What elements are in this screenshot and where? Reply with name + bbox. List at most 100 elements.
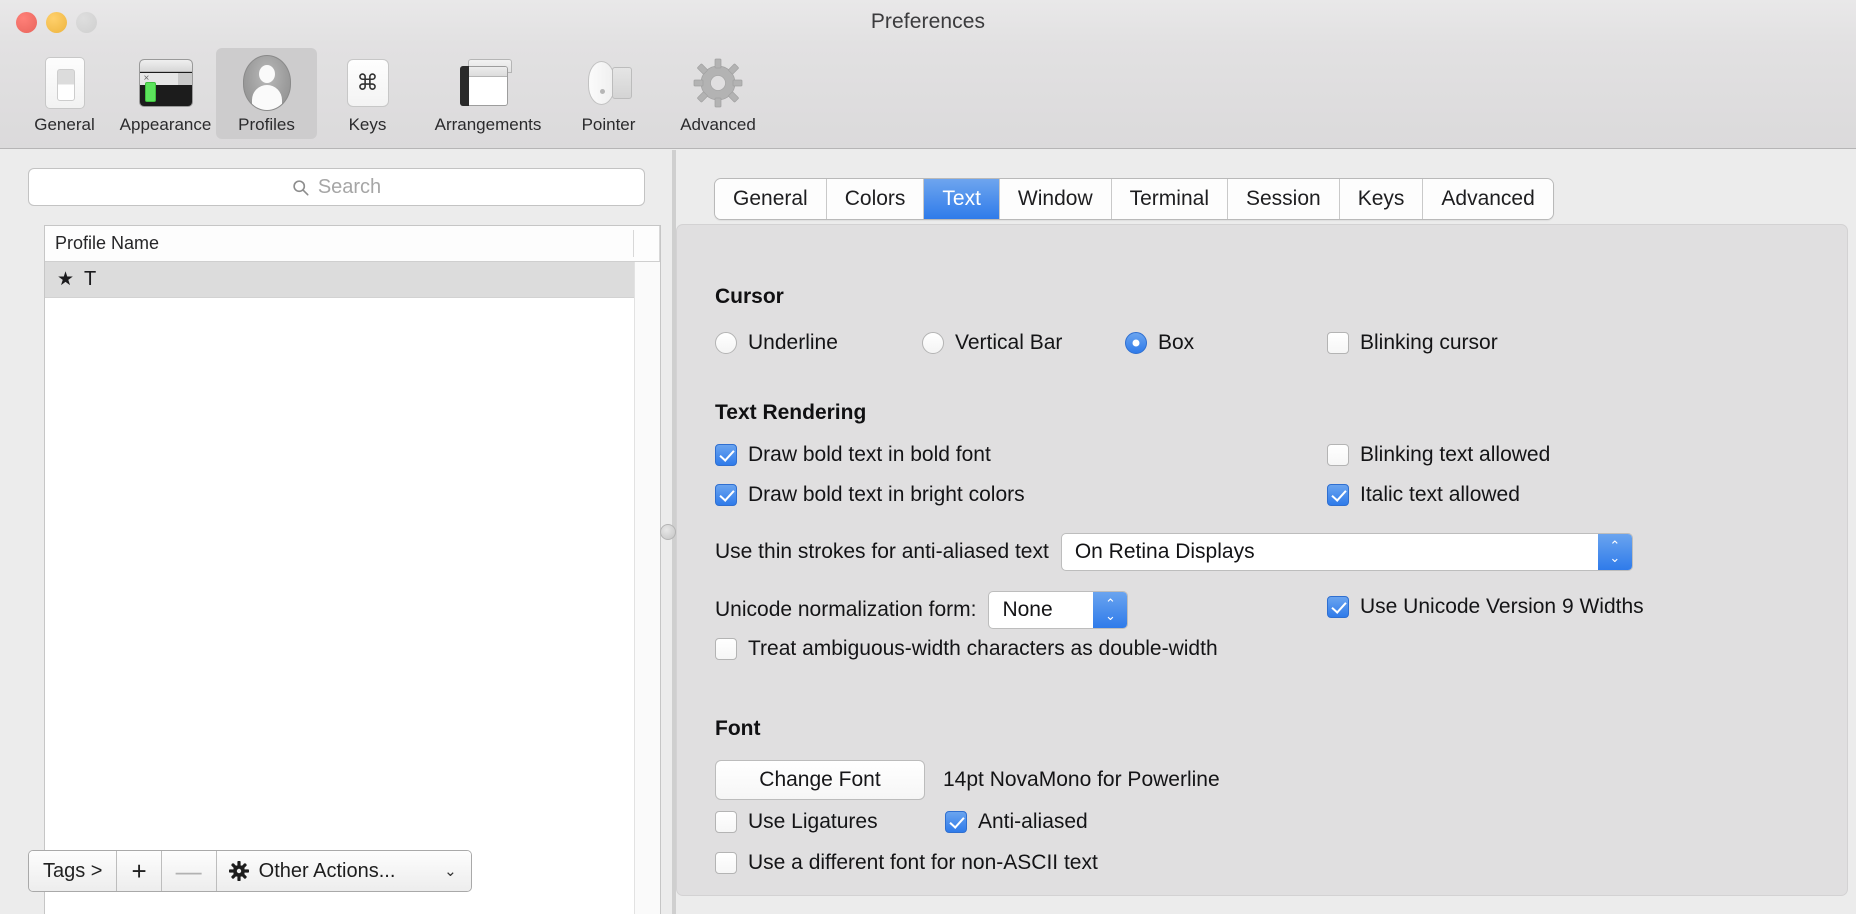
unicode-normalization-popup[interactable]: None ⌃ ⌄ [988, 591, 1129, 629]
checkbox-antialiased[interactable] [945, 811, 967, 833]
label-blinking-cursor: Blinking cursor [1360, 331, 1498, 354]
cursor-option-box[interactable]: Box [1125, 331, 1194, 355]
toolbar-item-arrangements[interactable]: Arrangements [418, 48, 558, 139]
label-non-ascii-font: Use a different font for non-ASCII text [748, 851, 1098, 874]
bright-colors-option[interactable]: Draw bold text in bright colors [715, 483, 1025, 507]
checkbox-blinking-cursor[interactable] [1327, 332, 1349, 354]
tags-button[interactable]: Tags > [29, 851, 118, 891]
unicode-normalization-value: None [1002, 598, 1053, 621]
toolbar-label-profiles: Profiles [238, 115, 295, 134]
zoom-button[interactable] [76, 12, 97, 33]
non-ascii-font-option[interactable]: Use a different font for non-ASCII text [715, 851, 1098, 875]
stepper-arrows-icon[interactable]: ⌃ ⌄ [1597, 534, 1632, 570]
table-row[interactable]: ★ T [45, 262, 636, 298]
cursor-section-title: Cursor [715, 285, 784, 308]
cursor-option-underline[interactable]: Underline [715, 331, 838, 355]
arrangements-icon [459, 54, 517, 112]
radio-vertical-bar[interactable] [922, 332, 944, 354]
search-input[interactable]: Search [28, 168, 645, 206]
thin-strokes-popup[interactable]: On Retina Displays ⌃ ⌄ [1060, 533, 1633, 571]
column-header-profile-name: Profile Name [55, 233, 160, 253]
label-ligatures: Use Ligatures [748, 810, 878, 833]
label-unicode-normalization: Unicode normalization form: [715, 598, 977, 621]
profile-tabbar: General Colors Text Window Terminal Sess… [714, 178, 1554, 220]
pointer-icon [580, 54, 638, 112]
tab-general[interactable]: General [715, 179, 827, 219]
current-font-label: 14pt NovaMono for Powerline [943, 768, 1220, 791]
toolbar-label-keys: Keys [348, 115, 387, 134]
list-scrollbar[interactable] [634, 262, 660, 914]
traffic-lights [16, 12, 97, 33]
tab-text[interactable]: Text [924, 179, 1000, 219]
checkbox-blinking-text[interactable] [1327, 444, 1349, 466]
splitter-grip[interactable] [660, 524, 676, 540]
checkbox-italic-text[interactable] [1327, 484, 1349, 506]
cursor-option-vertical-bar[interactable]: Vertical Bar [922, 331, 1062, 355]
label-ambiguous-width: Treat ambiguous-width characters as doub… [748, 637, 1218, 660]
tab-window[interactable]: Window [999, 179, 1112, 219]
tab-keys[interactable]: Keys [1339, 179, 1424, 219]
checkbox-unicode9[interactable] [1327, 596, 1349, 618]
tab-terminal[interactable]: Terminal [1111, 179, 1228, 219]
checkbox-non-ascii-font[interactable] [715, 852, 737, 874]
toolbar-label-advanced: Advanced [680, 115, 756, 134]
radio-box[interactable] [1125, 332, 1147, 354]
tab-advanced[interactable]: Advanced [1423, 179, 1553, 219]
toolbar-item-pointer[interactable]: Pointer [558, 48, 659, 139]
label-bright-colors: Draw bold text in bright colors [748, 483, 1025, 506]
change-font-button[interactable]: Change Font [715, 760, 925, 800]
checkbox-ambiguous-width[interactable] [715, 638, 737, 660]
label-box: Box [1158, 331, 1195, 354]
radio-underline[interactable] [715, 332, 737, 354]
chevron-down-icon: ⌄ [444, 863, 457, 880]
tab-colors[interactable]: Colors [826, 179, 925, 219]
label-blinking-text: Blinking text allowed [1360, 443, 1551, 466]
antialiased-option[interactable]: Anti-aliased [945, 810, 1088, 834]
close-button[interactable] [16, 12, 37, 33]
toolbar-item-general[interactable]: General [14, 48, 115, 139]
list-header: Profile Name [45, 226, 660, 262]
tab-session[interactable]: Session [1227, 179, 1340, 219]
remove-profile-button[interactable]: — [161, 851, 217, 891]
bold-font-option[interactable]: Draw bold text in bold font [715, 443, 991, 467]
ligatures-option[interactable]: Use Ligatures [715, 810, 878, 834]
profile-name-cell: T [84, 268, 97, 290]
stepper-arrows-icon-2[interactable]: ⌃ ⌄ [1093, 592, 1128, 628]
label-vertical-bar: Vertical Bar [955, 331, 1063, 354]
content-area: Search Profile Name ★ T Tags > + — Other… [0, 150, 1856, 914]
profiles-bottom-toolbar: Tags > + — Other Actions... ⌄ [28, 850, 472, 892]
other-actions-button[interactable]: Other Actions... ⌄ [216, 851, 471, 891]
toolbar-label-pointer: Pointer [581, 115, 636, 134]
add-profile-button[interactable]: + [117, 851, 162, 891]
other-actions-label: Other Actions... [258, 859, 396, 882]
toolbar-item-keys[interactable]: ⌘ Keys [317, 48, 418, 139]
toolbar-label-general: General [34, 115, 95, 134]
checkbox-ligatures[interactable] [715, 811, 737, 833]
keys-icon: ⌘ [339, 54, 397, 112]
advanced-icon [689, 54, 747, 112]
unicode9-option[interactable]: Use Unicode Version 9 Widths [1327, 595, 1644, 619]
toolbar-item-advanced[interactable]: Advanced [659, 48, 777, 139]
font-chooser-row: Change Font 14pt NovaMono for Powerline [715, 760, 1220, 800]
window-title: Preferences [870, 10, 986, 33]
text-settings-panel: Cursor Underline Vertical Bar Box Blinki… [676, 224, 1848, 896]
ambiguous-width-option[interactable]: Treat ambiguous-width characters as doub… [715, 637, 1218, 661]
label-thin-strokes: Use thin strokes for anti-aliased text [715, 540, 1049, 563]
column-separator-right [659, 226, 660, 261]
blinking-text-option[interactable]: Blinking text allowed [1327, 443, 1550, 467]
toolbar-item-profiles[interactable]: Profiles [216, 48, 317, 139]
preferences-window: Preferences General × Appearance Profile… [0, 0, 1856, 914]
font-section-title: Font [715, 717, 761, 740]
checkbox-bold-font[interactable] [715, 444, 737, 466]
toolbar-label-arrangements: Arrangements [434, 115, 542, 134]
minimize-button[interactable] [46, 12, 67, 33]
italic-text-option[interactable]: Italic text allowed [1327, 483, 1520, 507]
profiles-list[interactable]: Profile Name ★ T [44, 225, 661, 914]
thin-strokes-row: Use thin strokes for anti-aliased text O… [715, 533, 1633, 571]
general-icon [36, 54, 94, 112]
toolbar-item-appearance[interactable]: × Appearance [115, 48, 216, 139]
title-bar: Preferences [0, 0, 1856, 44]
blinking-cursor-option[interactable]: Blinking cursor [1327, 331, 1498, 355]
checkbox-bright-colors[interactable] [715, 484, 737, 506]
thin-strokes-value: On Retina Displays [1074, 540, 1255, 563]
